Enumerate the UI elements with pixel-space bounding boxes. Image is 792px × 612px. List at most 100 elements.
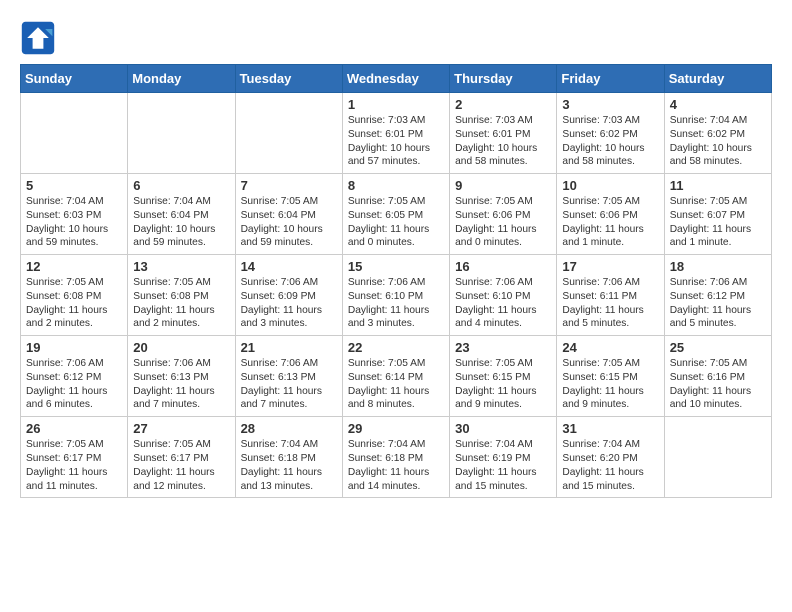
day-number: 3 bbox=[562, 97, 658, 112]
day-info: Sunrise: 7:05 AM Sunset: 6:15 PM Dayligh… bbox=[455, 357, 551, 412]
calendar-cell bbox=[664, 417, 771, 498]
day-info: Sunrise: 7:05 AM Sunset: 6:17 PM Dayligh… bbox=[133, 438, 229, 493]
calendar-cell: 27 Sunrise: 7:05 AM Sunset: 6:17 PM Dayli… bbox=[128, 417, 235, 498]
calendar-cell: 4 Sunrise: 7:04 AM Sunset: 6:02 PM Daylig… bbox=[664, 93, 771, 174]
day-info: Sunrise: 7:06 AM Sunset: 6:11 PM Dayligh… bbox=[562, 276, 658, 331]
calendar-cell: 8 Sunrise: 7:05 AM Sunset: 6:05 PM Daylig… bbox=[342, 174, 449, 255]
weekday-monday: Monday bbox=[128, 65, 235, 93]
logo bbox=[20, 20, 62, 56]
week-row-5: 26 Sunrise: 7:05 AM Sunset: 6:17 PM Dayli… bbox=[21, 417, 772, 498]
day-number: 22 bbox=[348, 340, 444, 355]
day-info: Sunrise: 7:04 AM Sunset: 6:02 PM Dayligh… bbox=[670, 114, 766, 169]
day-number: 29 bbox=[348, 421, 444, 436]
day-info: Sunrise: 7:05 AM Sunset: 6:16 PM Dayligh… bbox=[670, 357, 766, 412]
day-number: 5 bbox=[26, 178, 122, 193]
day-number: 19 bbox=[26, 340, 122, 355]
day-number: 21 bbox=[241, 340, 337, 355]
calendar-cell: 3Sunrise: 7:03 AM Sunset: 6:02 PM Daylig… bbox=[557, 93, 664, 174]
day-info: Sunrise: 7:05 AM Sunset: 6:07 PM Dayligh… bbox=[670, 195, 766, 250]
weekday-wednesday: Wednesday bbox=[342, 65, 449, 93]
day-info: Sunrise: 7:04 AM Sunset: 6:18 PM Dayligh… bbox=[348, 438, 444, 493]
day-info: Sunrise: 7:05 AM Sunset: 6:06 PM Dayligh… bbox=[455, 195, 551, 250]
weekday-saturday: Saturday bbox=[664, 65, 771, 93]
day-number: 14 bbox=[241, 259, 337, 274]
day-info: Sunrise: 7:06 AM Sunset: 6:10 PM Dayligh… bbox=[455, 276, 551, 331]
day-number: 12 bbox=[26, 259, 122, 274]
day-info: Sunrise: 7:04 AM Sunset: 6:19 PM Dayligh… bbox=[455, 438, 551, 493]
calendar-cell: 11 Sunrise: 7:05 AM Sunset: 6:07 PM Dayli… bbox=[664, 174, 771, 255]
day-info: Sunrise: 7:05 AM Sunset: 6:15 PM Dayligh… bbox=[562, 357, 658, 412]
calendar-cell: 31 Sunrise: 7:04 AM Sunset: 6:20 PM Dayli… bbox=[557, 417, 664, 498]
calendar-cell: 29 Sunrise: 7:04 AM Sunset: 6:18 PM Dayli… bbox=[342, 417, 449, 498]
day-number: 30 bbox=[455, 421, 551, 436]
day-number: 16 bbox=[455, 259, 551, 274]
day-number: 10 bbox=[562, 178, 658, 193]
day-info: Sunrise: 7:04 AM Sunset: 6:03 PM Dayligh… bbox=[26, 195, 122, 250]
day-number: 26 bbox=[26, 421, 122, 436]
day-number: 1 bbox=[348, 97, 444, 112]
calendar-cell: 19 Sunrise: 7:06 AM Sunset: 6:12 PM Dayli… bbox=[21, 336, 128, 417]
calendar-cell: 22 Sunrise: 7:05 AM Sunset: 6:14 PM Dayli… bbox=[342, 336, 449, 417]
calendar-cell: 23 Sunrise: 7:05 AM Sunset: 6:15 PM Dayli… bbox=[450, 336, 557, 417]
day-info: Sunrise: 7:05 AM Sunset: 6:06 PM Dayligh… bbox=[562, 195, 658, 250]
day-info: Sunrise: 7:04 AM Sunset: 6:04 PM Dayligh… bbox=[133, 195, 229, 250]
day-number: 8 bbox=[348, 178, 444, 193]
day-number: 28 bbox=[241, 421, 337, 436]
day-number: 9 bbox=[455, 178, 551, 193]
day-info: Sunrise: 7:05 AM Sunset: 6:05 PM Dayligh… bbox=[348, 195, 444, 250]
day-info: Sunrise: 7:06 AM Sunset: 6:12 PM Dayligh… bbox=[670, 276, 766, 331]
calendar-cell: 25 Sunrise: 7:05 AM Sunset: 6:16 PM Dayli… bbox=[664, 336, 771, 417]
calendar-cell: 20 Sunrise: 7:06 AM Sunset: 6:13 PM Dayli… bbox=[128, 336, 235, 417]
calendar-cell bbox=[21, 93, 128, 174]
weekday-sunday: Sunday bbox=[21, 65, 128, 93]
week-row-4: 19 Sunrise: 7:06 AM Sunset: 6:12 PM Dayli… bbox=[21, 336, 772, 417]
day-number: 4 bbox=[670, 97, 766, 112]
day-number: 24 bbox=[562, 340, 658, 355]
page-header bbox=[20, 20, 772, 56]
day-number: 13 bbox=[133, 259, 229, 274]
day-info: Sunrise: 7:03 AM Sunset: 6:01 PM Dayligh… bbox=[348, 114, 444, 169]
calendar-cell: 9 Sunrise: 7:05 AM Sunset: 6:06 PM Daylig… bbox=[450, 174, 557, 255]
week-row-1: 1 Sunrise: 7:03 AM Sunset: 6:01 PM Daylig… bbox=[21, 93, 772, 174]
calendar-cell: 26 Sunrise: 7:05 AM Sunset: 6:17 PM Dayli… bbox=[21, 417, 128, 498]
calendar-cell: 18 Sunrise: 7:06 AM Sunset: 6:12 PM Dayli… bbox=[664, 255, 771, 336]
day-number: 27 bbox=[133, 421, 229, 436]
calendar-cell: 16 Sunrise: 7:06 AM Sunset: 6:10 PM Dayli… bbox=[450, 255, 557, 336]
day-info: Sunrise: 7:05 AM Sunset: 6:17 PM Dayligh… bbox=[26, 438, 122, 493]
day-info: Sunrise: 7:06 AM Sunset: 6:09 PM Dayligh… bbox=[241, 276, 337, 331]
weekday-header-row: SundayMondayTuesdayWednesdayThursdayFrid… bbox=[21, 65, 772, 93]
day-info: Sunrise: 7:05 AM Sunset: 6:04 PM Dayligh… bbox=[241, 195, 337, 250]
day-info: Sunrise: 7:06 AM Sunset: 6:13 PM Dayligh… bbox=[241, 357, 337, 412]
calendar-cell: 24 Sunrise: 7:05 AM Sunset: 6:15 PM Dayli… bbox=[557, 336, 664, 417]
day-info: Sunrise: 7:06 AM Sunset: 6:10 PM Dayligh… bbox=[348, 276, 444, 331]
calendar-cell: 30 Sunrise: 7:04 AM Sunset: 6:19 PM Dayli… bbox=[450, 417, 557, 498]
day-number: 25 bbox=[670, 340, 766, 355]
day-info: Sunrise: 7:05 AM Sunset: 6:08 PM Dayligh… bbox=[133, 276, 229, 331]
week-row-2: 5 Sunrise: 7:04 AM Sunset: 6:03 PM Daylig… bbox=[21, 174, 772, 255]
day-number: 23 bbox=[455, 340, 551, 355]
calendar-cell: 6Sunrise: 7:04 AM Sunset: 6:04 PM Daylig… bbox=[128, 174, 235, 255]
calendar-cell: 13 Sunrise: 7:05 AM Sunset: 6:08 PM Dayli… bbox=[128, 255, 235, 336]
day-number: 18 bbox=[670, 259, 766, 274]
calendar-table: SundayMondayTuesdayWednesdayThursdayFrid… bbox=[20, 64, 772, 498]
day-number: 15 bbox=[348, 259, 444, 274]
day-info: Sunrise: 7:06 AM Sunset: 6:12 PM Dayligh… bbox=[26, 357, 122, 412]
day-info: Sunrise: 7:04 AM Sunset: 6:20 PM Dayligh… bbox=[562, 438, 658, 493]
calendar-cell: 12 Sunrise: 7:05 AM Sunset: 6:08 PM Dayli… bbox=[21, 255, 128, 336]
calendar-cell: 10 Sunrise: 7:05 AM Sunset: 6:06 PM Dayli… bbox=[557, 174, 664, 255]
day-number: 11 bbox=[670, 178, 766, 193]
calendar-cell: 2Sunrise: 7:03 AM Sunset: 6:01 PM Daylig… bbox=[450, 93, 557, 174]
day-info: Sunrise: 7:06 AM Sunset: 6:13 PM Dayligh… bbox=[133, 357, 229, 412]
calendar-cell: 28Sunrise: 7:04 AM Sunset: 6:18 PM Dayli… bbox=[235, 417, 342, 498]
weekday-thursday: Thursday bbox=[450, 65, 557, 93]
day-info: Sunrise: 7:03 AM Sunset: 6:01 PM Dayligh… bbox=[455, 114, 551, 169]
day-number: 31 bbox=[562, 421, 658, 436]
day-info: Sunrise: 7:05 AM Sunset: 6:08 PM Dayligh… bbox=[26, 276, 122, 331]
calendar-cell: 1 Sunrise: 7:03 AM Sunset: 6:01 PM Daylig… bbox=[342, 93, 449, 174]
logo-icon bbox=[20, 20, 56, 56]
calendar-cell: 15 Sunrise: 7:06 AM Sunset: 6:10 PM Dayli… bbox=[342, 255, 449, 336]
day-number: 20 bbox=[133, 340, 229, 355]
day-info: Sunrise: 7:05 AM Sunset: 6:14 PM Dayligh… bbox=[348, 357, 444, 412]
calendar-cell: 21 Sunrise: 7:06 AM Sunset: 6:13 PM Dayli… bbox=[235, 336, 342, 417]
calendar-cell bbox=[235, 93, 342, 174]
